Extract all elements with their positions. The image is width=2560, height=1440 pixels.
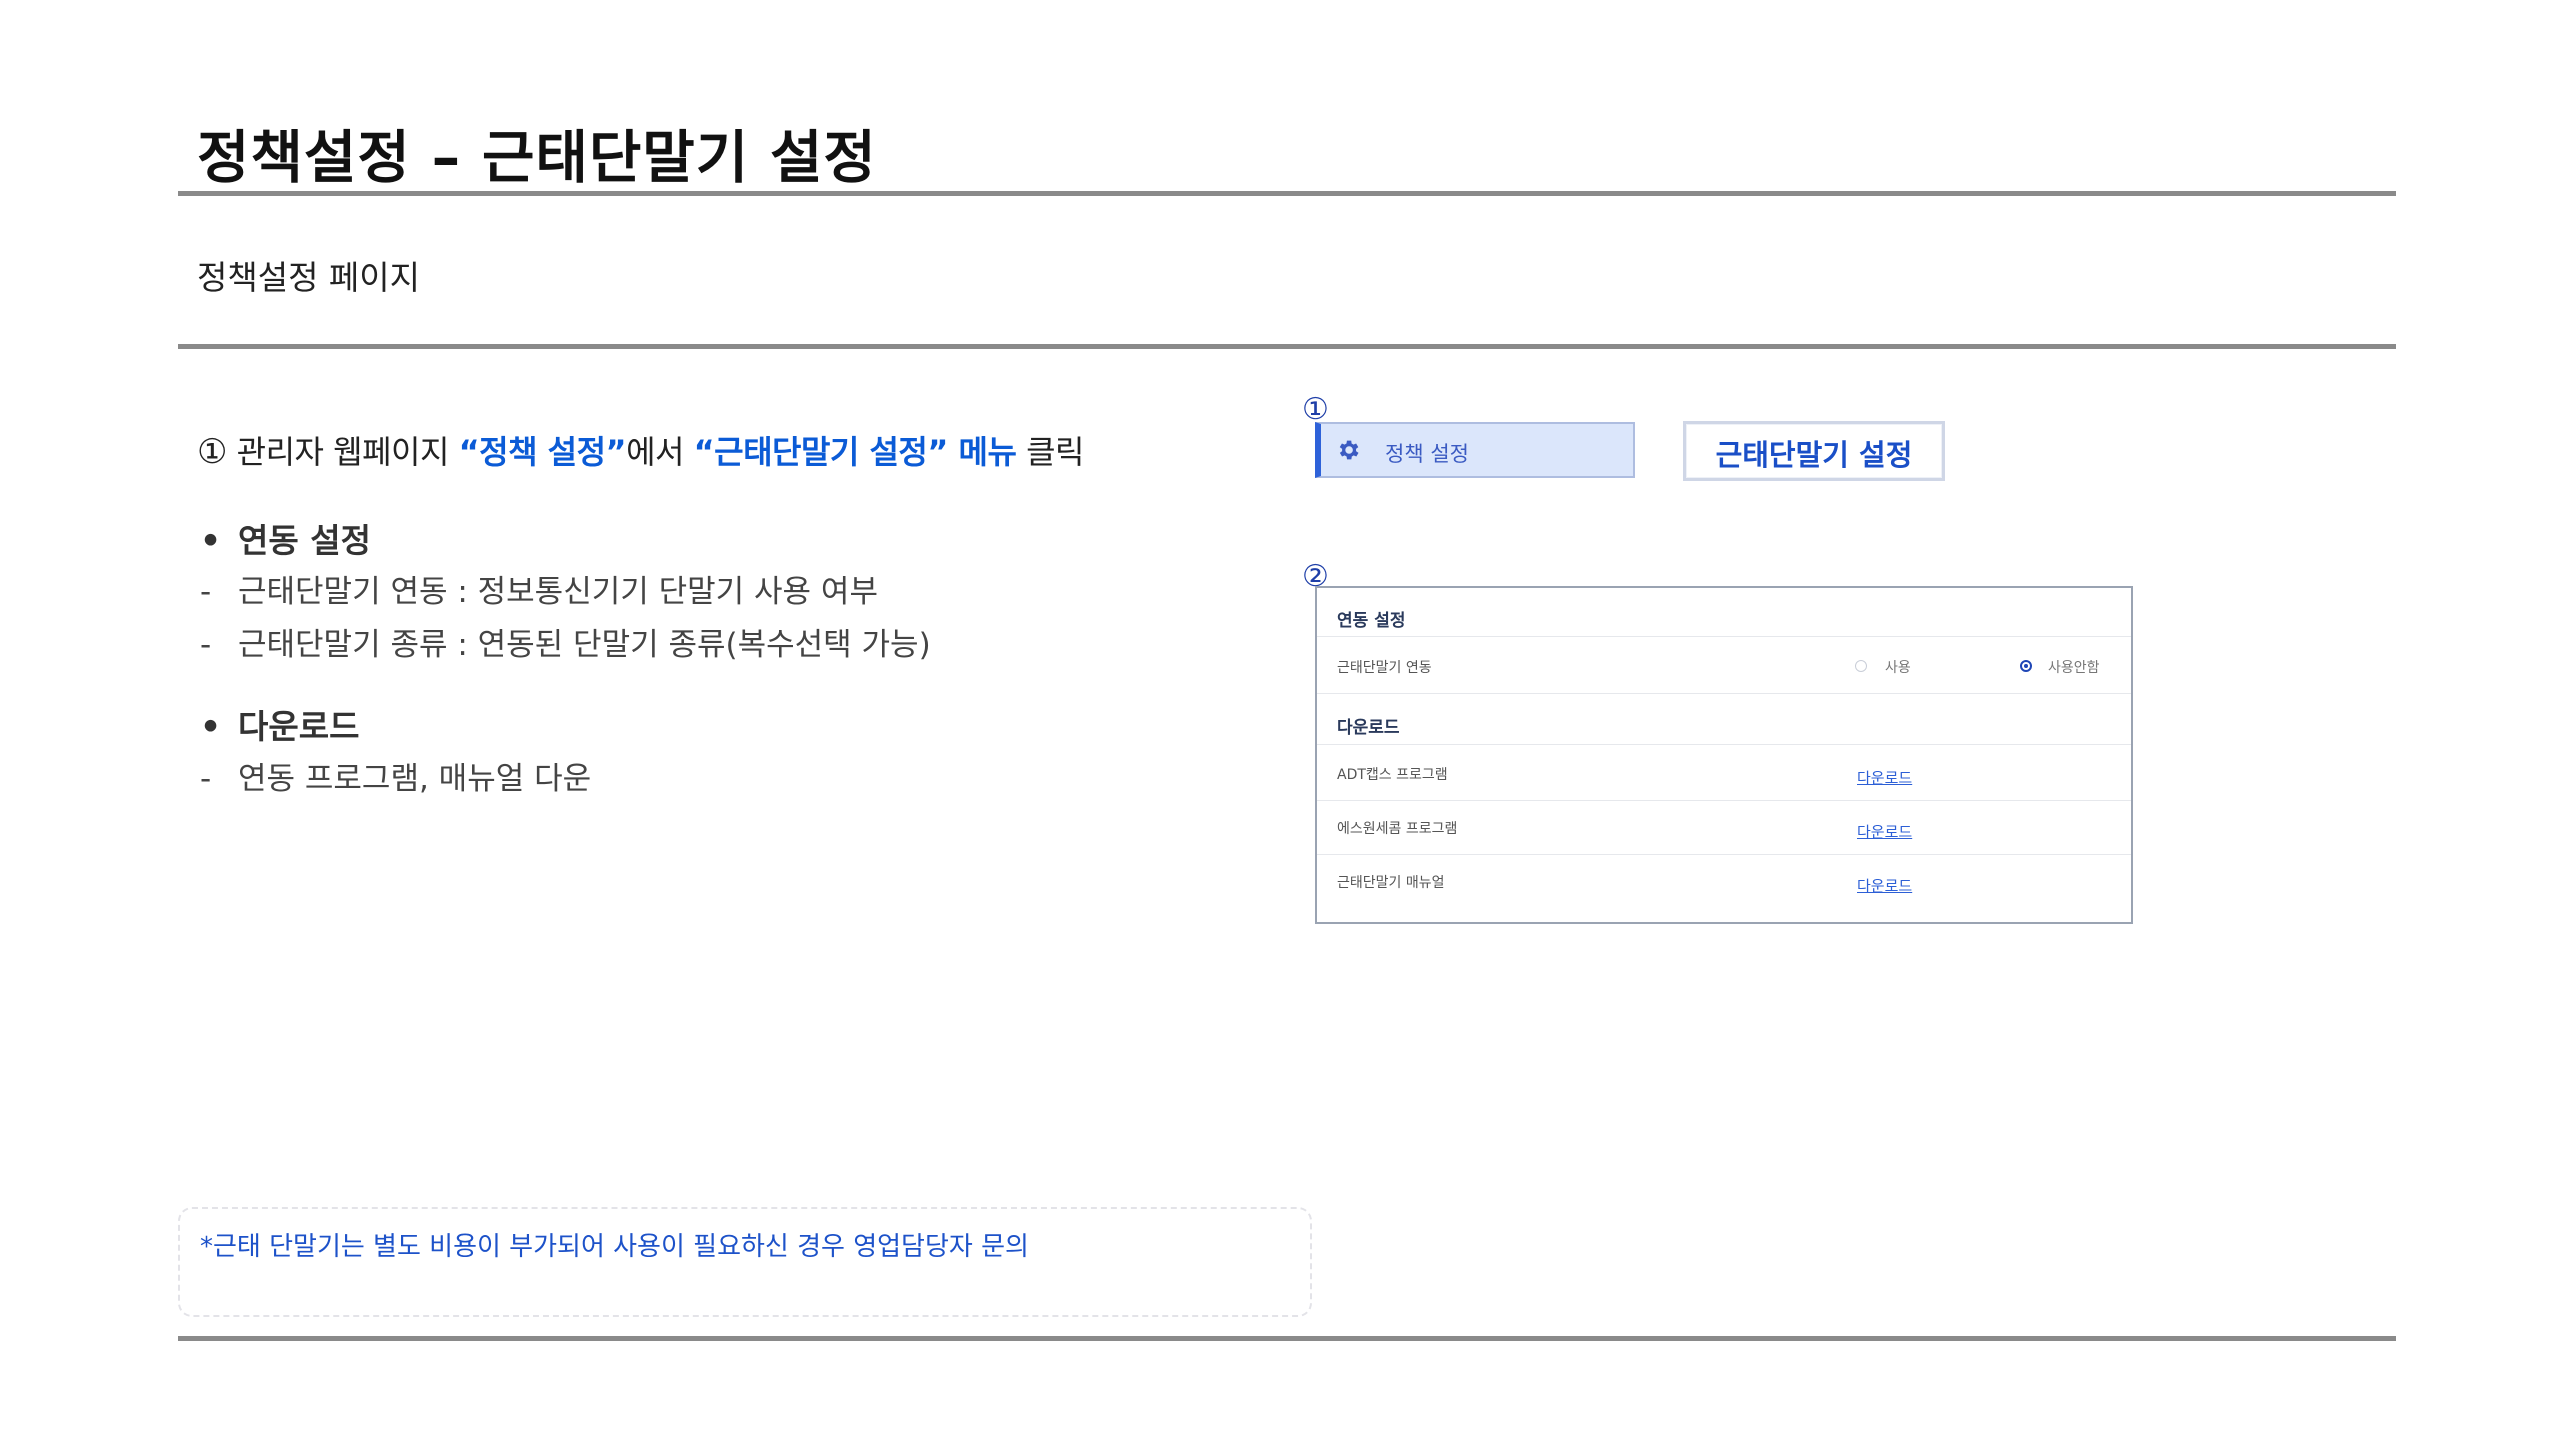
panel-section-integration: 연동 설정 [1337, 611, 1406, 631]
radio-use[interactable] [1855, 660, 1867, 672]
page-title: 정책설정 – 근태단말기 설정 [197, 125, 877, 191]
list-item: - 근태단말기 종류 : 연동된 단말기 종류(복수선택 가능) [200, 619, 931, 664]
section-heading-label: 다운로드 [238, 707, 360, 746]
panel-divider [1317, 800, 2131, 801]
dash-marker: - [200, 761, 212, 797]
list-item: - 근태단말기 연동 : 정보통신기기 단말기 사용 여부 [200, 566, 878, 611]
download-link[interactable]: 다운로드 [1857, 767, 1912, 788]
gear-icon [1339, 440, 1359, 460]
list-item-text: 근태단말기 연동 : 정보통신기기 단말기 사용 여부 [238, 574, 878, 610]
step-marker: ① [197, 432, 227, 472]
panel-divider [1317, 744, 2131, 745]
bullet-dot: • [200, 707, 222, 746]
note-text: *근태 단말기는 별도 비용이 부가되어 사용이 필요하신 경우 영업담당자 문… [200, 1232, 1029, 1262]
instruction-menu-terminal: “근태단말기 설정” 메뉴 [693, 433, 1017, 471]
instruction-text-3: 클릭 [1016, 433, 1084, 471]
section-heading-label: 연동 설정 [238, 521, 371, 560]
download-row-label: 근태단말기 매뉴얼 [1337, 875, 1445, 891]
section-heading-integration: • 연동 설정 [200, 514, 371, 562]
instruction-menu-policy: “정책 설정” [458, 433, 627, 471]
list-item-text: 근태단말기 종류 : 연동된 단말기 종류(복수선택 가능) [238, 627, 931, 663]
dash-marker: - [200, 627, 212, 663]
radio-not-use[interactable] [2020, 660, 2032, 672]
integration-row-label: 근태단말기 연동 [1337, 660, 1432, 676]
radio-use-label: 사용 [1885, 660, 1911, 676]
title-divider [178, 191, 2396, 196]
panel-section-download: 다운로드 [1337, 718, 1400, 738]
instruction-text-2: 에서 [626, 433, 694, 471]
section-heading-download: • 다운로드 [200, 700, 359, 748]
footer-divider [178, 1336, 2396, 1341]
policy-settings-menu-item[interactable] [1315, 422, 1635, 478]
download-row-label: ADT캡스 프로그램 [1337, 767, 1448, 783]
download-row-label: 에스원세콤 프로그램 [1337, 821, 1458, 837]
radio-not-use-label: 사용안함 [2048, 660, 2100, 676]
panel-divider [1317, 854, 2131, 855]
dash-marker: - [200, 574, 212, 610]
subtitle-divider [178, 344, 2396, 349]
terminal-settings-button-label: 근태단말기 설정 [1715, 438, 1913, 472]
download-link[interactable]: 다운로드 [1857, 875, 1912, 896]
instruction-line: ① 관리자 웹페이지 “정책 설정”에서 “근태단말기 설정” 메뉴 클릭 [197, 427, 1084, 473]
page-subtitle: 정책설정 페이지 [197, 258, 421, 297]
list-item: - 연동 프로그램, 매뉴얼 다운 [200, 753, 591, 798]
panel-divider [1317, 636, 2131, 637]
policy-settings-menu-label: 정책 설정 [1385, 442, 1469, 466]
panel-divider [1317, 693, 2131, 694]
instruction-text-1: 관리자 웹페이지 [226, 433, 459, 471]
list-item-text: 연동 프로그램, 매뉴얼 다운 [238, 761, 592, 797]
download-link[interactable]: 다운로드 [1857, 821, 1912, 842]
bullet-dot: • [200, 521, 222, 560]
